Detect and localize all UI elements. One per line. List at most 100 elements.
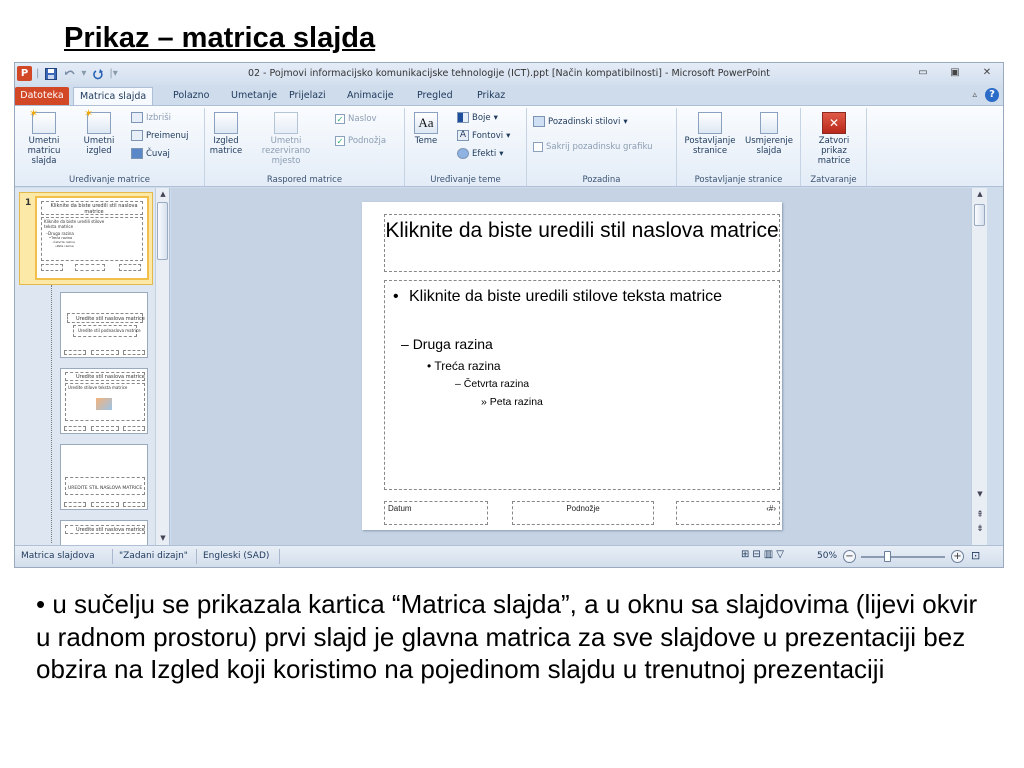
thumbnail-footer-box	[64, 502, 86, 507]
checkbox-checked-icon: ✓	[335, 114, 345, 124]
level-2-text: – Druga razina	[401, 336, 493, 352]
slide-orientation-icon	[760, 112, 778, 134]
group-background: Pozadinski stilovi ▾ Sakrij pozadinsku gr…	[527, 108, 677, 186]
scroll-down-arrow-icon[interactable]: ▼	[975, 490, 985, 500]
thumbnail-content-icons	[96, 398, 112, 410]
rename-button[interactable]: Preimenuj	[131, 130, 189, 141]
fit-window-icon[interactable]: ⊡	[971, 549, 980, 562]
group-close: ✕ Zatvori prikaz matrice Zatvaranje	[801, 108, 867, 186]
background-styles-icon	[533, 116, 545, 127]
restore-icon[interactable]: ▣	[947, 67, 963, 79]
hide-background-graphics-checkbox[interactable]: Sakrij pozadinsku grafiku	[533, 142, 653, 152]
level-4-text: – Četvrta razina	[455, 378, 530, 390]
zoom-in-icon[interactable]: +	[951, 550, 964, 563]
close-master-view-button[interactable]: ✕ Zatvori prikaz matrice	[805, 112, 863, 166]
insert-layout-button[interactable]: ✶ Umetni izgled	[79, 108, 119, 156]
powerpoint-window: P | ▾ |▾ 02 - Pojmovi informacijsko komu…	[14, 62, 1004, 568]
level-4-label: Četvrta razina	[463, 378, 530, 390]
group-edit-master: ✶ Umetni matricu slajda ✶ Umetni izgled …	[15, 108, 205, 186]
tab-slide-master[interactable]: Matrica slajda	[73, 87, 154, 105]
window-title: 02 - Pojmovi informacijsko komunikacijsk…	[247, 68, 771, 79]
thumbnail-title-text: Uredite stil naslova matrice	[76, 527, 145, 533]
scroll-up-arrow-icon[interactable]: ▲	[158, 190, 168, 200]
effects-button[interactable]: Efekti ▾	[457, 148, 504, 159]
insert-slide-master-button[interactable]: ✶ Umetni matricu slajda	[19, 108, 69, 166]
background-styles-button[interactable]: Pozadinski stilovi ▾	[533, 116, 628, 127]
zoom-level[interactable]: 50%	[817, 551, 837, 561]
ribbon: ✶ Umetni matricu slajda ✶ Umetni izgled …	[15, 105, 1003, 187]
editor-scrollbar[interactable]: ▲ ▼ ⇞ ⇟	[971, 188, 987, 546]
tab-home[interactable]: Polazno	[167, 87, 215, 105]
thumbnail-body-text: Uredite stilove teksta matrice	[68, 385, 128, 390]
tab-file[interactable]: Datoteka	[15, 87, 69, 105]
level-2-label: Druga razina	[412, 336, 493, 352]
title-checkbox[interactable]: ✓ Naslov	[335, 114, 377, 124]
thumbnail-body-box: Uredite stilove teksta matrice	[65, 383, 145, 421]
close-icon[interactable]: ✕	[979, 67, 995, 79]
ribbon-collapse-icon[interactable]: ▵	[972, 90, 977, 100]
colors-button[interactable]: Boje ▾	[457, 112, 498, 123]
body-placeholder[interactable]: • Kliknite da biste uredili stilove teks…	[384, 280, 780, 490]
slide-orientation-button[interactable]: Usmjerenje slajda	[741, 112, 797, 156]
tab-transitions[interactable]: Prijelazi	[283, 87, 332, 105]
insert-layout-icon: ✶	[84, 108, 111, 134]
slide-editing-area: Kliknite da biste uredili stil naslova m…	[171, 188, 987, 546]
thumbnail-content-layout[interactable]: Uredite stil naslova matrice Uredite sti…	[60, 368, 148, 434]
group-label-edit-master: Uređivanje matrice	[68, 175, 150, 185]
status-language[interactable]: Engleski (SAD)	[203, 551, 269, 561]
next-slide-icon[interactable]: ⇟	[975, 524, 985, 534]
previous-slide-icon[interactable]: ⇞	[975, 510, 985, 520]
footers-checkbox[interactable]: ✓ Podnožja	[335, 136, 386, 146]
tab-insert[interactable]: Umetanje	[225, 87, 283, 105]
status-theme-name: "Zadani dizajn"	[119, 551, 188, 561]
preserve-icon	[131, 148, 143, 159]
tab-animations[interactable]: Animacije	[341, 87, 400, 105]
thumbnail-body-text: »Peta razina	[55, 244, 74, 248]
tab-review[interactable]: Pregled	[411, 87, 459, 105]
footer-placeholder[interactable]: Podnožje	[512, 501, 654, 525]
thumbnail-subtitle-text: Uredite stil podnaslova matrice	[78, 328, 141, 333]
zoom-slider[interactable]	[861, 551, 945, 562]
thumbnail-slide-master[interactable]: Kliknite da biste uredili stil naslova m…	[35, 196, 149, 280]
scroll-down-arrow-icon[interactable]: ▼	[158, 534, 168, 544]
tab-view[interactable]: Prikaz	[471, 87, 511, 105]
themes-icon: Aa	[414, 112, 438, 134]
slide-master-canvas[interactable]: Kliknite da biste uredili stil naslova m…	[362, 202, 782, 530]
thumbnail-footer-box	[123, 426, 145, 431]
scrollbar-thumb[interactable]	[157, 202, 168, 260]
thumbnail-title-box: Uredite stil naslova matrice	[65, 525, 145, 534]
title-placeholder[interactable]: Kliknite da biste uredili stil naslova m…	[384, 214, 780, 272]
delete-button[interactable]: Izbriši	[131, 112, 171, 123]
thumbnail-footer-box	[123, 502, 145, 507]
themes-button[interactable]: Aa Teme	[411, 112, 441, 146]
scroll-up-arrow-icon[interactable]: ▲	[975, 190, 985, 200]
thumbnail-number: 1	[25, 198, 32, 208]
fonts-button[interactable]: A Fontovi ▾	[457, 130, 510, 141]
insert-placeholder-icon	[274, 112, 298, 134]
date-placeholder[interactable]: Datum	[384, 501, 488, 525]
help-icon[interactable]: ?	[985, 88, 999, 102]
thumbnail-scrollbar[interactable]: ▲ ▼	[155, 188, 169, 546]
bullet-icon: •	[393, 288, 399, 305]
ribbon-tabs: Datoteka Matrica slajda Polazno Umetanje…	[15, 85, 1003, 105]
thumbnail-footer-box	[64, 350, 86, 355]
preserve-button[interactable]: Čuvaj	[131, 148, 170, 159]
thumbnail-title-text: Kliknite da biste uredili stil naslova m…	[50, 203, 138, 215]
page-setup-button[interactable]: Postavljanje stranice	[681, 112, 739, 156]
delete-icon	[131, 112, 143, 123]
view-buttons[interactable]: ⊞⊟▥▽	[741, 549, 787, 560]
zoom-slider-knob[interactable]	[884, 551, 892, 562]
insert-placeholder-button[interactable]: Umetni rezervirano mjesto	[247, 112, 325, 166]
group-label-master-layout: Raspored matrice	[266, 175, 343, 185]
slide-number-placeholder[interactable]: ‹#›	[676, 501, 780, 525]
thumbnail-title-layout[interactable]: Uredite stil naslova matrice Uredite sti…	[60, 292, 148, 358]
status-divider	[279, 549, 280, 564]
master-layout-button[interactable]: Izgled matrice	[207, 112, 245, 156]
thumbnail-two-content-layout[interactable]: Uredite stil naslova matrice	[60, 520, 148, 546]
thumbnail-section-layout[interactable]: UREDITE STIL NASLOVA MATRICE	[60, 444, 148, 510]
zoom-out-icon[interactable]: −	[843, 550, 856, 563]
rename-icon	[131, 130, 143, 141]
scrollbar-thumb[interactable]	[974, 204, 985, 226]
page-setup-icon	[698, 112, 722, 134]
minimize-icon[interactable]: ▭	[915, 67, 931, 79]
